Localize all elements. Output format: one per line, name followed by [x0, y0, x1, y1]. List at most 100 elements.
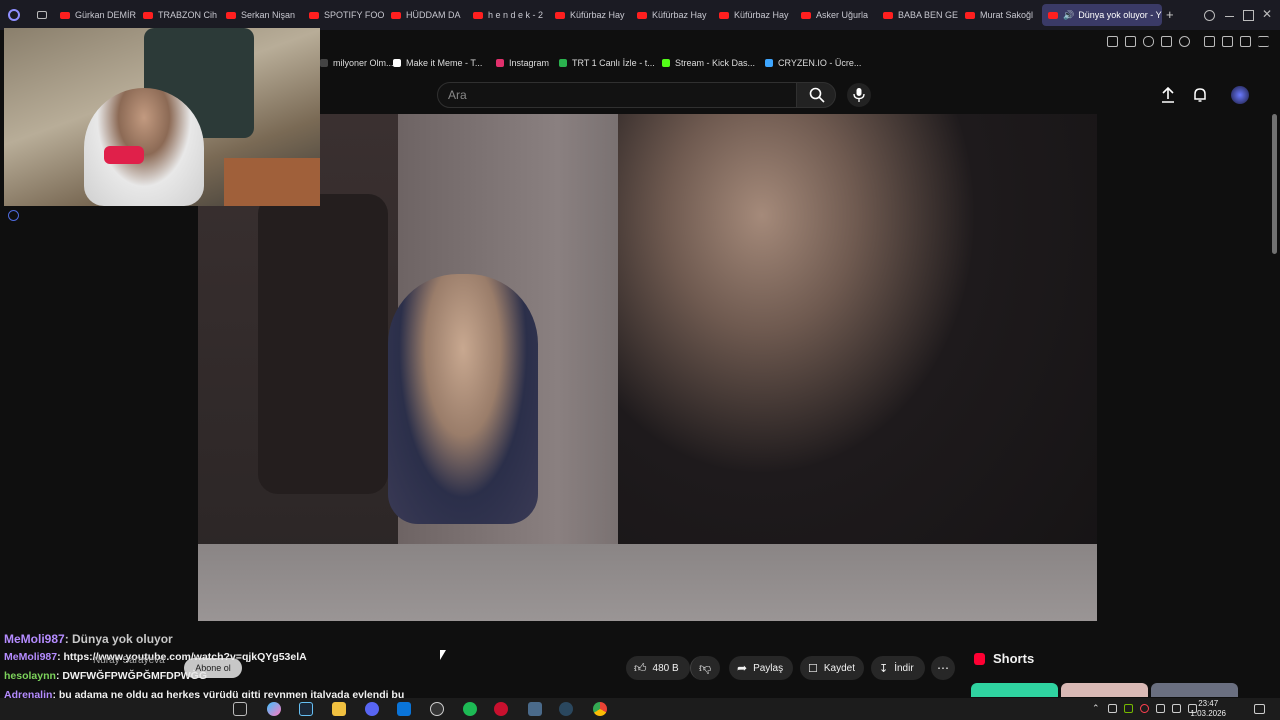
spotify-icon[interactable] [463, 702, 477, 716]
tray-icon-usb[interactable] [1156, 704, 1165, 713]
minimize-button[interactable] [1225, 16, 1234, 17]
thumbs-up-icon: 👍︎ [634, 660, 647, 675]
opera-logo-icon[interactable] [8, 9, 20, 21]
tab-item[interactable]: Gürkan DEMİR [60, 4, 140, 26]
task-view-icon[interactable] [233, 702, 247, 716]
youtube-icon [60, 11, 70, 19]
tab-item[interactable]: BABA BEN GE [883, 4, 963, 26]
tab-active[interactable]: 🔊 Dünya yok oluyor - Y [1042, 4, 1162, 26]
subscribe-button[interactable]: Abone ol [184, 658, 242, 678]
notification-center-icon[interactable] [1254, 704, 1265, 714]
microphone-icon [853, 88, 865, 102]
close-window-button[interactable]: ✕ [1262, 7, 1272, 21]
save-button[interactable]: ☐ Kaydet [800, 656, 864, 680]
steam-icon[interactable] [559, 702, 573, 716]
copilot-icon[interactable] [267, 702, 281, 716]
download-icon[interactable] [1240, 36, 1251, 47]
youtube-icon [801, 11, 811, 19]
tray-icon-nvidia[interactable] [1124, 704, 1133, 713]
shorts-thumbnail[interactable] [971, 683, 1058, 697]
bookmark-item[interactable]: CRYZEN.IO - Ücre... [765, 52, 861, 74]
search-tabs-icon[interactable] [1204, 10, 1215, 21]
tab-item[interactable]: HÜDDAM DA [391, 4, 471, 26]
extensions-icon[interactable] [1204, 36, 1215, 47]
youtube-icon [637, 11, 647, 19]
upload-icon[interactable] [1160, 87, 1176, 103]
tab-overview-icon[interactable] [37, 11, 47, 19]
tab-label: h e n d e k - 2 [488, 10, 544, 20]
tray-icon-opera[interactable] [1140, 704, 1149, 713]
video-player[interactable] [198, 114, 1097, 621]
new-tab-button[interactable]: + [1166, 7, 1174, 22]
shorts-thumbnail[interactable] [1061, 683, 1148, 697]
tab-item[interactable]: Küfürbaz Hay [719, 4, 799, 26]
opera-taskbar-icon[interactable] [494, 702, 508, 716]
bookmark-label: CRYZEN.IO - Ücre... [778, 58, 862, 68]
youtube-icon [1048, 11, 1058, 19]
heart-icon[interactable] [1179, 36, 1190, 47]
bookmark-item[interactable]: Instagram [496, 52, 549, 74]
bookmark-label: Instagram [509, 58, 550, 68]
tray-icon-steam[interactable] [1108, 704, 1117, 713]
shorts-thumbnail[interactable] [1151, 683, 1238, 697]
download-button[interactable]: ↧ İndir [871, 656, 925, 680]
bookmark-favicon-icon [559, 59, 567, 67]
search-input[interactable]: Ara [437, 82, 797, 108]
youtube-header: Ara [320, 78, 1280, 114]
chat-username: MeMoli987 [4, 632, 65, 646]
more-icon: ⋯ [937, 661, 949, 675]
tray-overflow-icon[interactable]: ⌃ [1092, 703, 1100, 714]
system-clock[interactable]: 23:47 1.03.2026 [1190, 699, 1226, 719]
steam-taskbar-icon[interactable] [299, 702, 313, 716]
vpn-icon[interactable] [1161, 36, 1172, 47]
voice-search-button[interactable] [847, 83, 871, 107]
tab-item[interactable]: Serkan Nişan [226, 4, 306, 26]
network-icon[interactable] [1172, 704, 1181, 713]
share-button[interactable]: ➦ Paylaş [729, 656, 793, 680]
snapshot-icon[interactable] [1125, 36, 1136, 47]
tab-label: Küfürbaz Hay [734, 10, 789, 20]
dislike-button[interactable]: 👎︎ [690, 656, 720, 680]
more-actions-button[interactable]: ⋯ [931, 656, 955, 680]
discord-icon[interactable] [365, 702, 379, 716]
tab-item[interactable]: SPOTIFY FOO [309, 4, 389, 26]
file-explorer-icon[interactable] [332, 702, 346, 716]
bookmark-item[interactable]: Stream - Kick Das... [662, 52, 755, 74]
chat-username: hesolaynn [4, 670, 56, 682]
tab-item[interactable]: Asker Uğurla [801, 4, 881, 26]
tab-item[interactable]: Küfürbaz Hay [637, 4, 717, 26]
menu-icon[interactable] [1258, 36, 1269, 47]
youtube-icon [473, 11, 483, 19]
bookmark-item[interactable]: TRT 1 Canlı İzle - t... [559, 52, 655, 74]
settings-icon[interactable] [8, 210, 19, 221]
user-avatar[interactable] [1231, 86, 1249, 104]
bookmark-item[interactable]: milyoner Olm... [320, 52, 394, 74]
page-scrollbar[interactable] [1272, 114, 1277, 254]
bookmark-favicon-icon [765, 59, 773, 67]
tab-item[interactable]: Murat Sakoğl [965, 4, 1045, 26]
tab-active-label: Dünya yok oluyor - Y [1078, 10, 1162, 20]
share-icon: ➦ [737, 661, 748, 675]
mail-icon[interactable] [397, 702, 411, 716]
bookmark-item[interactable]: Make it Meme - T... [393, 52, 482, 74]
game-launcher-icon[interactable] [528, 702, 542, 716]
tab-item[interactable]: TRABZON Cih [143, 4, 223, 26]
search-button[interactable] [796, 82, 836, 108]
notifications-bell-icon[interactable] [1192, 87, 1208, 103]
obs-icon[interactable] [430, 702, 444, 716]
speaker-icon: 🔊 [1063, 9, 1075, 20]
chrome-icon[interactable] [593, 702, 607, 716]
channel-name[interactable]: Nuray Sarayeva [93, 655, 165, 666]
tab-label: Küfürbaz Hay [570, 10, 625, 20]
clock-time: 23:47 [1198, 699, 1219, 708]
like-button[interactable]: 👍︎ 480 B [626, 656, 690, 680]
bookmark-favicon-icon [320, 59, 328, 67]
wallet-icon[interactable] [1222, 36, 1233, 47]
maximize-button[interactable] [1243, 10, 1254, 21]
chat-text: : Dünya yok oluyor [64, 632, 173, 646]
pin-icon[interactable] [1107, 36, 1118, 47]
shield-icon[interactable] [1143, 36, 1154, 47]
tab-item[interactable]: h e n d e k - 2 [473, 4, 553, 26]
tab-item[interactable]: Küfürbaz Hay [555, 4, 635, 26]
chat-username: MeMoli987 [4, 651, 58, 663]
